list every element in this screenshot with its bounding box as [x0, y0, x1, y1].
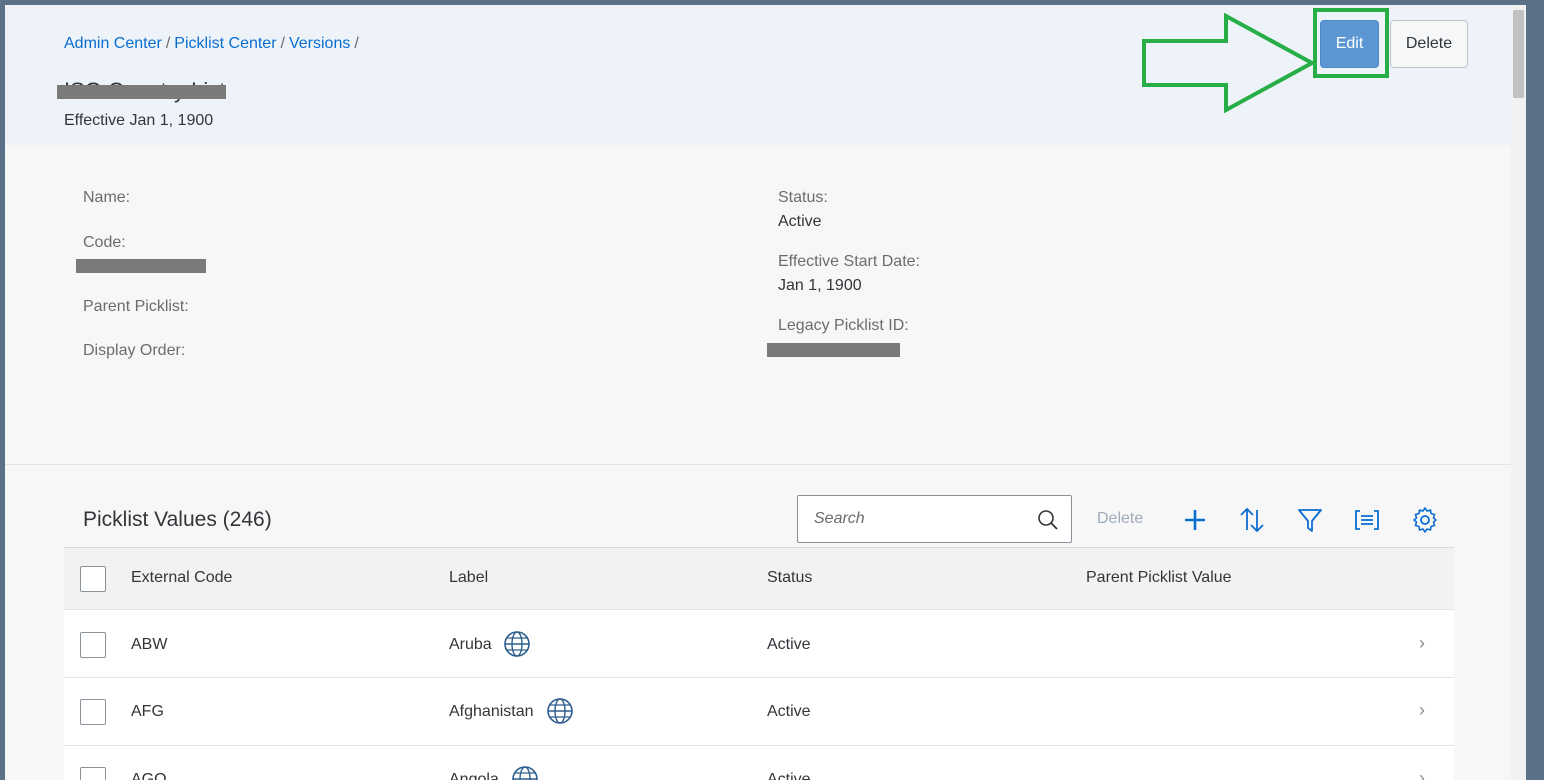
row-checkbox[interactable]: [80, 699, 106, 725]
redaction-bar: [57, 85, 226, 99]
chevron-right-icon[interactable]: ›: [1419, 633, 1425, 654]
label-cell: Afghanistan: [449, 703, 534, 720]
status-label: Status:: [778, 189, 828, 206]
search-input[interactable]: [799, 497, 1029, 541]
breadcrumb-versions[interactable]: Versions: [289, 35, 350, 53]
table-row[interactable]: AFG Afghanistan Active ›: [64, 679, 1454, 746]
column-header-parent-picklist-value[interactable]: Parent Picklist Value: [1086, 569, 1232, 587]
table-toolbar: Picklist Values (246) Delete: [64, 490, 1454, 548]
globe-icon[interactable]: [503, 630, 531, 658]
vertical-scrollbar[interactable]: [1511, 5, 1526, 780]
code-redaction-bar: [76, 259, 206, 273]
settings-icon[interactable]: [1411, 506, 1439, 534]
external-code-cell: AFG: [131, 703, 164, 720]
effective-start-label: Effective Start Date:: [778, 253, 920, 270]
name-label: Name:: [83, 189, 131, 206]
breadcrumb-picklist-center[interactable]: Picklist Center: [174, 35, 276, 53]
breadcrumb-admin-center[interactable]: Admin Center: [64, 35, 162, 53]
globe-icon[interactable]: [546, 697, 574, 725]
legacy-id-label: Legacy Picklist ID:: [778, 317, 909, 334]
status-cell: Active: [767, 771, 811, 780]
table-row[interactable]: AGO Angola Active ›: [64, 747, 1454, 780]
globe-icon[interactable]: [511, 765, 539, 780]
breadcrumb-separator: /: [165, 35, 171, 52]
delete-button[interactable]: Delete: [1390, 20, 1468, 68]
legacy-id-redaction-bar: [767, 343, 900, 357]
row-checkbox[interactable]: [80, 767, 106, 780]
page-header: Admin Center / Picklist Center / Version…: [5, 5, 1511, 145]
row-checkbox[interactable]: [80, 632, 106, 658]
status-value: Active: [778, 213, 822, 230]
chevron-right-icon[interactable]: ›: [1419, 768, 1425, 780]
table-delete-button[interactable]: Delete: [1097, 510, 1143, 528]
column-header-label[interactable]: Label: [449, 569, 488, 587]
details-section: Name: Code: Parent Picklist: Display Ord…: [5, 145, 1511, 465]
column-header-external-code[interactable]: External Code: [131, 569, 232, 587]
code-label: Code:: [83, 234, 126, 251]
status-cell: Active: [767, 636, 811, 653]
breadcrumb-separator: /: [280, 35, 285, 52]
table-header-row: External Code Label Status Parent Pickli…: [64, 548, 1454, 610]
chevron-right-icon[interactable]: ›: [1419, 700, 1425, 721]
search-icon[interactable]: [1037, 509, 1059, 531]
edit-highlight-box: [1313, 8, 1389, 78]
scrollbar-thumb[interactable]: [1513, 10, 1524, 98]
label-cell: Aruba: [449, 636, 492, 653]
window-right-border: [1526, 0, 1544, 780]
parent-picklist-label: Parent Picklist:: [83, 298, 189, 315]
group-icon[interactable]: [1353, 506, 1381, 534]
sort-icon[interactable]: [1238, 506, 1266, 534]
display-order-label: Display Order:: [83, 342, 186, 359]
effective-date-subtitle: Effective Jan 1, 1900: [64, 112, 214, 129]
label-cell: Angola: [449, 771, 499, 780]
select-all-checkbox[interactable]: [80, 566, 106, 592]
search-field[interactable]: [797, 495, 1072, 543]
breadcrumb: Admin Center / Picklist Center / Version…: [64, 35, 359, 53]
status-cell: Active: [767, 703, 811, 720]
breadcrumb-separator: /: [354, 35, 359, 52]
filter-icon[interactable]: [1296, 506, 1324, 534]
table-title: Picklist Values (246): [83, 508, 272, 531]
column-header-status[interactable]: Status: [767, 569, 812, 587]
external-code-cell: ABW: [131, 636, 168, 653]
external-code-cell: AGO: [131, 771, 167, 780]
table-row[interactable]: ABW Aruba Active ›: [64, 611, 1454, 678]
picklist-detail-page: Admin Center / Picklist Center / Version…: [5, 5, 1511, 780]
effective-start-value: Jan 1, 1900: [778, 277, 862, 294]
picklist-values-table: Picklist Values (246) Delete: [64, 490, 1454, 780]
arrow-annotation-icon: [1142, 13, 1317, 113]
add-icon[interactable]: [1181, 506, 1209, 534]
